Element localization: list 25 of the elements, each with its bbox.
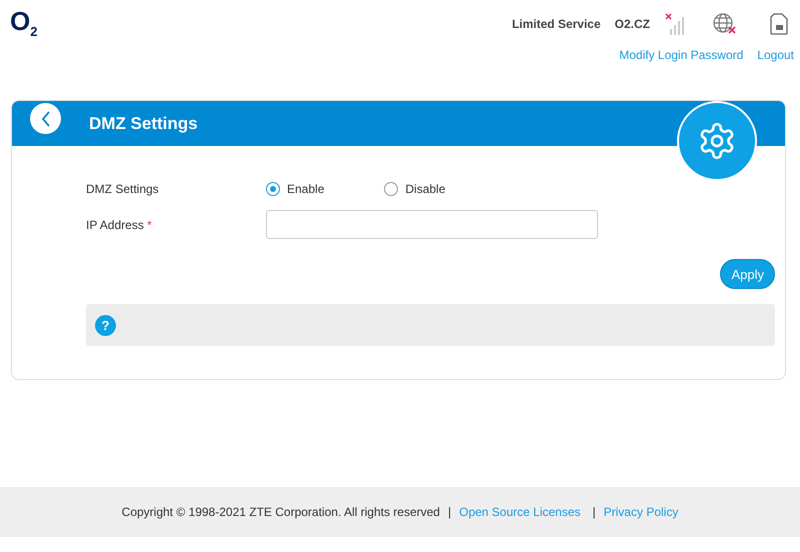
- logout-link[interactable]: Logout: [757, 48, 794, 62]
- privacy-link[interactable]: Privacy Policy: [604, 505, 678, 519]
- copyright-text: Copyright © 1998-2021 ZTE Corporation. All rights reserved: [122, 505, 440, 519]
- open-source-link[interactable]: Open Source Licenses: [459, 505, 581, 519]
- help-icon[interactable]: ?: [95, 314, 116, 336]
- ip-address-field[interactable]: [266, 210, 598, 239]
- panel-title: DMZ Settings: [89, 114, 198, 134]
- sim-card-icon: [770, 13, 788, 35]
- separator: |: [448, 505, 452, 519]
- radio-button[interactable]: [266, 182, 280, 196]
- o2-logo: O$_{2}$: [10, 6, 38, 36]
- radio-button[interactable]: [384, 182, 398, 196]
- service-status: Limited Service: [512, 17, 601, 31]
- back-button[interactable]: [30, 103, 61, 134]
- operator-name: O2.CZ: [614, 17, 650, 31]
- radio-option[interactable]: Enable: [266, 182, 324, 196]
- globe-offline-icon: [712, 12, 738, 36]
- separator: |: [592, 505, 596, 519]
- back-icon: [40, 110, 50, 126]
- field-label: DMZ Settings: [86, 182, 160, 196]
- radio-option[interactable]: Disable: [384, 182, 446, 196]
- modify-password-link[interactable]: Modify Login Password: [619, 48, 744, 62]
- field-label: IP Address *: [86, 218, 153, 232]
- no-signal-icon: [664, 13, 686, 35]
- apply-button[interactable]: Apply: [720, 259, 775, 289]
